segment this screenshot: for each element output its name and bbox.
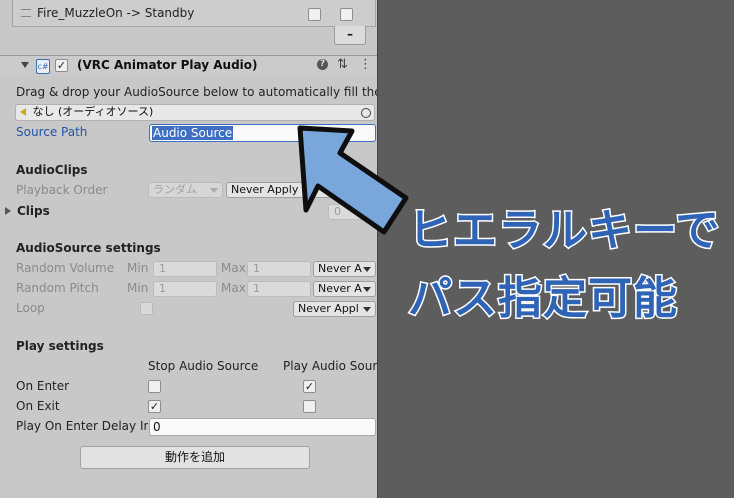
annotation-line-2: パス指定可能 <box>407 272 679 326</box>
arrow-shape <box>297 125 409 235</box>
annotation-line-1: ヒエラルキーで <box>406 204 721 258</box>
